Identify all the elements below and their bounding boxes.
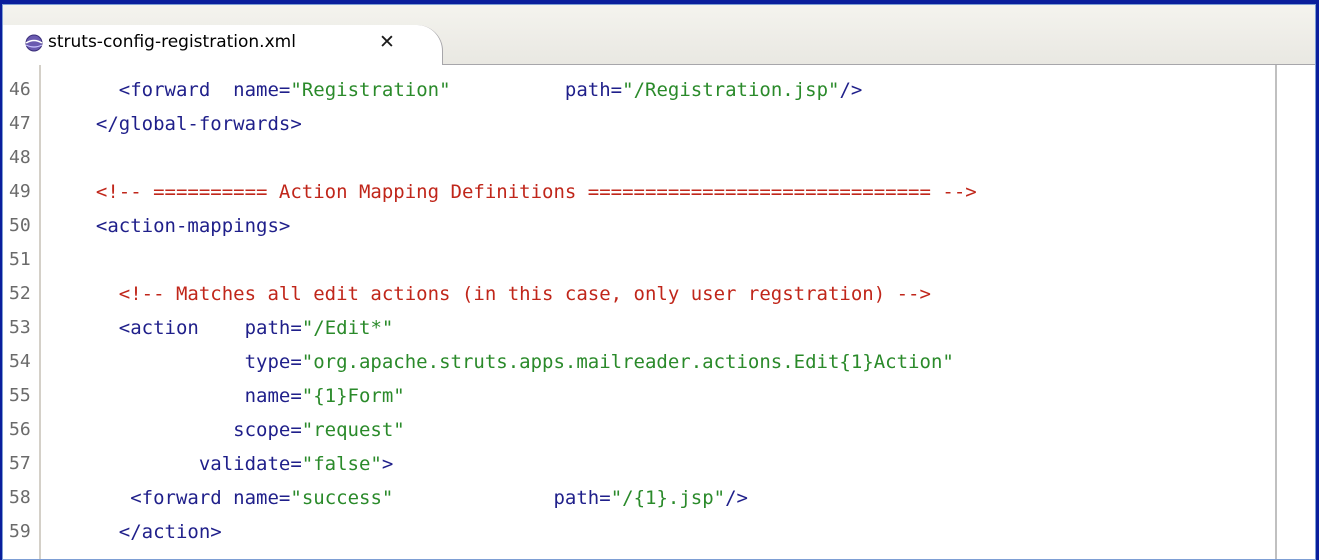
code-token: path= xyxy=(244,317,302,339)
code-token: <forward xyxy=(118,79,211,101)
close-icon[interactable]: ✕ xyxy=(379,32,395,52)
code-token: path= xyxy=(564,79,623,101)
line-number: 53 xyxy=(9,317,31,338)
code-line[interactable]: 52 <!-- Matches all edit actions (in thi… xyxy=(3,277,1303,311)
code-token: name= xyxy=(233,79,291,101)
code-token: "/Registration.jsp" xyxy=(622,79,840,101)
code-text: </global-forwards> xyxy=(73,107,302,141)
code-text: <action path="/Edit*" xyxy=(73,311,394,345)
code-token: "Registration" xyxy=(290,79,451,101)
line-number: 58 xyxy=(9,487,31,508)
line-number: 51 xyxy=(9,249,31,270)
code-line[interactable]: 56 scope="request" xyxy=(3,413,1303,447)
code-token: </action> xyxy=(118,521,222,543)
editor-window: struts-config-registration.xml ✕ 46 <for… xyxy=(2,4,1316,560)
code-line[interactable]: 59 </action> xyxy=(3,515,1303,549)
code-token: /> xyxy=(839,79,863,101)
code-text: name="{1}Form" xyxy=(73,379,405,413)
editor-tab-bar: struts-config-registration.xml ✕ xyxy=(3,5,1315,65)
code-token: <forward xyxy=(130,487,222,509)
line-number: 55 xyxy=(9,385,31,406)
code-token: "success" xyxy=(290,487,394,509)
code-text: type="org.apache.struts.apps.mailreader.… xyxy=(73,345,954,379)
code-token: "/{1}.jsp" xyxy=(610,487,726,509)
line-number: 47 xyxy=(9,113,31,134)
code-text: <!-- Matches all edit actions (in this c… xyxy=(73,277,931,311)
code-token: validate= xyxy=(198,453,302,475)
line-number: 52 xyxy=(9,283,31,304)
code-token: scope= xyxy=(233,419,302,441)
code-token: "request" xyxy=(301,419,405,441)
code-text: <forward name="Registration" path="/Regi… xyxy=(73,73,863,107)
code-line[interactable]: 54 type="org.apache.struts.apps.mailread… xyxy=(3,345,1303,379)
xml-file-icon xyxy=(25,34,43,52)
code-editor[interactable]: 46 <forward name="Registration" path="/R… xyxy=(3,65,1315,559)
code-text: <!-- ========== Action Mapping Definitio… xyxy=(73,175,977,209)
code-token: name= xyxy=(233,487,291,509)
line-number: 57 xyxy=(9,453,31,474)
code-token: "org.apache.struts.apps.mailreader.actio… xyxy=(301,351,954,373)
code-text: scope="request" xyxy=(73,413,405,447)
code-token: type= xyxy=(244,351,302,373)
code-text: </action> xyxy=(73,515,222,549)
code-text: <action-mappings> xyxy=(73,209,290,243)
code-line[interactable]: 55 name="{1}Form" xyxy=(3,379,1303,413)
code-token: /> xyxy=(725,487,748,509)
code-line[interactable]: 57 validate="false"> xyxy=(3,447,1303,481)
code-token: path= xyxy=(553,487,611,509)
code-token: "{1}Form" xyxy=(301,385,405,407)
line-number: 50 xyxy=(9,215,31,236)
line-number: 49 xyxy=(9,181,31,202)
code-line[interactable]: 50 <action-mappings> xyxy=(3,209,1303,243)
line-number: 54 xyxy=(9,351,31,372)
code-text: <forward name="success" path="/{1}.jsp"/… xyxy=(73,481,748,515)
code-token: </global-forwards> xyxy=(95,113,302,135)
code-token: > xyxy=(381,453,394,475)
code-line[interactable]: 58 <forward name="success" path="/{1}.js… xyxy=(3,481,1303,515)
line-number: 48 xyxy=(9,147,31,168)
code-line[interactable]: 51 xyxy=(3,243,1303,277)
code-token: <!-- ========== Action Mapping Definitio… xyxy=(95,181,977,203)
code-line[interactable]: 47 </global-forwards> xyxy=(3,107,1303,141)
tab-struts-config-registration[interactable]: struts-config-registration.xml ✕ xyxy=(3,25,443,65)
code-line[interactable]: 49 <!-- ========== Action Mapping Defini… xyxy=(3,175,1303,209)
line-number: 59 xyxy=(9,521,31,542)
line-number: 46 xyxy=(9,79,31,100)
line-number: 56 xyxy=(9,419,31,440)
code-token: "false" xyxy=(301,453,382,475)
code-line[interactable]: 48 xyxy=(3,141,1303,175)
code-token: name= xyxy=(244,385,302,407)
code-line[interactable]: 46 <forward name="Registration" path="/R… xyxy=(3,73,1303,107)
code-line[interactable]: 53 <action path="/Edit*" xyxy=(3,311,1303,345)
code-token: <action xyxy=(118,317,199,339)
code-token: "/Edit*" xyxy=(301,317,394,339)
tab-title: struts-config-registration.xml xyxy=(48,32,296,52)
code-token: <!-- Matches all edit actions (in this c… xyxy=(118,283,931,305)
code-text: validate="false"> xyxy=(73,447,393,481)
code-token: <action-mappings> xyxy=(95,215,291,237)
